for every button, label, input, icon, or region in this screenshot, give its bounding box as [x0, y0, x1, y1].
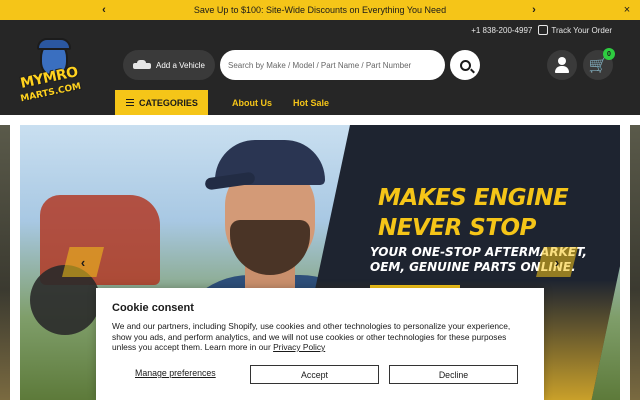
car-icon	[133, 59, 151, 71]
nav-link-hot-sale[interactable]: Hot Sale	[293, 90, 329, 115]
cookie-consent-banner: Cookie consent We and our partners, incl…	[96, 288, 544, 400]
manage-preferences-link[interactable]: Manage preferences	[135, 368, 216, 378]
next-slide-peek[interactable]	[630, 125, 640, 400]
man-beard-image	[230, 220, 310, 275]
previous-slide-peek[interactable]	[0, 125, 10, 400]
account-button[interactable]	[547, 50, 577, 80]
hero-headline: MAKES ENGINE NEVER STOP	[378, 183, 608, 243]
announcement-text: Save Up to $100: Site-Wide Discounts on …	[193, 5, 447, 15]
search-button[interactable]	[450, 50, 480, 80]
utility-bar: +1 838-200-4997 Track Your Order	[471, 24, 612, 36]
search-icon	[459, 59, 471, 71]
phone-number[interactable]: +1 838-200-4997	[471, 26, 532, 35]
site-header: +1 838-200-4997 Track Your Order MYMRO M…	[0, 20, 640, 115]
add-vehicle-label: Add a Vehicle	[156, 60, 205, 70]
hero-headline-line1: MAKES ENGINE	[378, 185, 569, 211]
decline-button[interactable]: Decline	[389, 365, 518, 384]
package-icon	[538, 25, 549, 35]
announcement-bar: ‹ Save Up to $100: Site-Wide Discounts o…	[0, 0, 640, 20]
accept-button[interactable]: Accept	[250, 365, 379, 384]
categories-button[interactable]: CATEGORIES	[115, 90, 208, 115]
cookie-body: We and our partners, including Shopify, …	[112, 321, 528, 353]
categories-label: CATEGORIES	[139, 97, 198, 108]
nav-link-about-us[interactable]: About Us	[232, 90, 272, 115]
user-icon-body	[555, 66, 569, 73]
main-nav: CATEGORIES About Us Hot Sale	[0, 90, 640, 115]
announcement-prev-arrow[interactable]: ‹	[94, 0, 114, 20]
user-icon	[558, 57, 566, 65]
track-order-label: Track Your Order	[551, 25, 612, 35]
menu-icon	[126, 99, 134, 106]
cookie-title: Cookie consent	[112, 302, 194, 314]
announcement-close-icon[interactable]: ×	[618, 0, 636, 20]
add-vehicle-button[interactable]: Add a Vehicle	[123, 50, 215, 80]
cart-count-badge: 0	[603, 48, 615, 60]
privacy-policy-link[interactable]: Privacy Policy	[273, 342, 325, 352]
track-order-link[interactable]: Track Your Order	[538, 25, 612, 35]
hero-headline-line2: NEVER STOP	[378, 215, 536, 241]
mascot-cap-icon	[37, 38, 71, 50]
announcement-next-arrow[interactable]: ›	[524, 0, 544, 20]
search-input[interactable]	[220, 50, 445, 80]
